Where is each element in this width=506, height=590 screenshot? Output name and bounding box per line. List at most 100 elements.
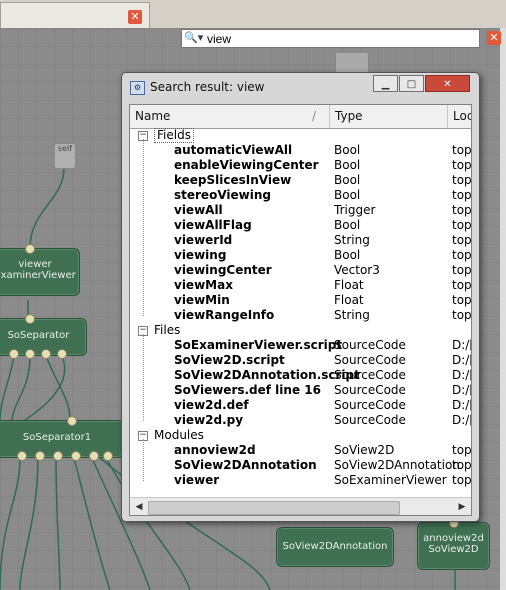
viewer-module-type: ExaminerViewer (0, 270, 76, 281)
search-results-tree[interactable]: Name / Type Loc − Fields automaticViewAll B… (129, 104, 472, 516)
column-name-header[interactable]: Name / (130, 105, 330, 128)
close-button[interactable]: ✕ (425, 75, 470, 92)
output-port[interactable] (67, 416, 77, 426)
input-port[interactable] (17, 451, 27, 461)
list-item[interactable]: SoExaminerViewer.script SourceCode D:/[ (130, 338, 471, 353)
item-type: Float (334, 278, 364, 292)
item-location: top (452, 248, 472, 262)
list-item[interactable]: automaticViewAll Bool top (130, 143, 471, 158)
list-item[interactable]: SoViewers.def line 16 SourceCode D:/[ (130, 383, 471, 398)
item-location: top (452, 443, 472, 457)
annoview2d-module[interactable]: annoview2d SoView2D (417, 518, 490, 570)
list-item[interactable]: viewing Bool top (130, 248, 471, 263)
item-name: keepSlicesInView (174, 173, 292, 187)
list-item[interactable]: annoview2d SoView2D top (130, 443, 471, 458)
input-port[interactable] (41, 349, 51, 359)
item-name: viewRangeInfo (174, 308, 275, 322)
input-port[interactable] (103, 451, 113, 461)
self-node[interactable]: self (54, 143, 76, 169)
item-type: SourceCode (334, 398, 406, 412)
maximize-button[interactable]: □ (399, 75, 424, 92)
input-port[interactable] (71, 451, 81, 461)
list-item[interactable]: stereoViewing Bool top (130, 188, 471, 203)
list-item[interactable]: SoView2DAnnotation SoView2DAnnotation top (130, 458, 471, 473)
dialog-title: Search result: view (150, 80, 265, 94)
list-item[interactable]: enableViewingCenter Bool top (130, 158, 471, 173)
item-name: viewer (174, 473, 220, 487)
list-item[interactable]: keepSlicesInView Bool top (130, 173, 471, 188)
group-row[interactable]: − Fields (130, 128, 471, 143)
group-label: Files (154, 323, 181, 337)
soview2dannotation-module[interactable]: SoView2DAnnotation (276, 527, 394, 567)
list-item[interactable]: view2d.py SourceCode D:/[ (130, 413, 471, 428)
item-name: SoView2D.script (174, 353, 285, 367)
item-type: Bool (334, 143, 361, 157)
scroll-thumb[interactable] (148, 501, 400, 515)
item-location: top (452, 473, 472, 487)
item-location: top (452, 218, 472, 232)
item-location: D:/[ (452, 398, 472, 412)
column-type-label: Type (335, 109, 363, 123)
soseparator-label: SoSeparator (7, 330, 70, 341)
scroll-left-icon[interactable]: ◀ (132, 500, 146, 514)
item-type: SourceCode (334, 353, 406, 367)
item-type: SoView2DAnnotation (334, 458, 460, 472)
soseparator-module[interactable]: SoSeparator (0, 314, 87, 359)
scroll-right-icon[interactable]: ▶ (455, 500, 469, 514)
item-type: Float (334, 293, 364, 307)
list-item[interactable]: viewRangeInfo String top (130, 308, 471, 323)
list-item[interactable]: viewerId String top (130, 233, 471, 248)
column-loc-header[interactable]: Loc (448, 105, 471, 128)
tree-connector-line (143, 439, 144, 481)
input-port[interactable] (25, 349, 35, 359)
item-location: D:/[ (452, 413, 472, 427)
group-row[interactable]: − Files (130, 323, 471, 338)
group-row[interactable]: − Modules (130, 428, 471, 443)
item-type: Bool (334, 188, 361, 202)
list-item[interactable]: view2d.def SourceCode D:/[ (130, 398, 471, 413)
item-location: top (452, 278, 472, 292)
soview2dannotation-label: SoView2DAnnotation (282, 541, 388, 552)
clear-search-icon[interactable]: ✕ (487, 31, 501, 45)
list-item[interactable]: viewMax Float top (130, 278, 471, 293)
input-port[interactable] (53, 451, 63, 461)
soseparator1-label: SoSeparator1 (22, 432, 92, 443)
output-port[interactable] (25, 314, 35, 324)
item-location: top (452, 233, 472, 247)
list-item[interactable]: viewer SoExaminerViewer top (130, 473, 471, 488)
list-item[interactable]: SoView2DAnnotation.script SourceCode D:/[ (130, 368, 471, 383)
input-port[interactable] (57, 349, 67, 359)
input-port[interactable] (9, 349, 19, 359)
list-item[interactable]: viewMin Float top (130, 293, 471, 308)
search-result-dialog: ⚙ Search result: view ▁ □ ✕ Name / Type … (121, 72, 480, 522)
list-item[interactable]: viewingCenter Vector3 top (130, 263, 471, 278)
input-port[interactable] (25, 244, 35, 254)
soseparator1-module[interactable]: SoSeparator1 (0, 416, 124, 461)
column-type-header[interactable]: Type (330, 105, 448, 128)
viewer-module[interactable]: viewer ExaminerViewer (0, 244, 80, 296)
dialog-titlebar[interactable]: ⚙ Search result: view ▁ □ ✕ (122, 73, 479, 101)
item-location: top (452, 203, 472, 217)
self-node-label: self (57, 144, 73, 153)
item-name: view2d.def (174, 398, 249, 412)
column-name-label: Name (135, 109, 171, 123)
annoview2d-name: annoview2d (423, 533, 484, 544)
input-port[interactable] (89, 451, 99, 461)
item-type: String (334, 308, 370, 322)
item-name: SoViewers.def line 16 (174, 383, 321, 397)
item-type: Trigger (334, 203, 376, 217)
minimize-button[interactable]: ▁ (373, 75, 398, 92)
item-type: SourceCode (334, 368, 406, 382)
item-type: Vector3 (334, 263, 380, 277)
column-header: Name / Type Loc (130, 105, 471, 129)
item-type: SourceCode (334, 413, 406, 427)
horizontal-scrollbar[interactable]: ◀ ▶ (130, 497, 471, 515)
input-port[interactable] (35, 451, 45, 461)
item-type: String (334, 233, 370, 247)
list-item[interactable]: viewAllFlag Bool top (130, 218, 471, 233)
search-input[interactable] (181, 29, 480, 48)
list-item[interactable]: SoView2D.script SourceCode D:/[ (130, 353, 471, 368)
list-item[interactable]: viewAll Trigger top (130, 203, 471, 218)
item-type: SourceCode (334, 338, 406, 352)
item-type: Bool (334, 158, 361, 172)
